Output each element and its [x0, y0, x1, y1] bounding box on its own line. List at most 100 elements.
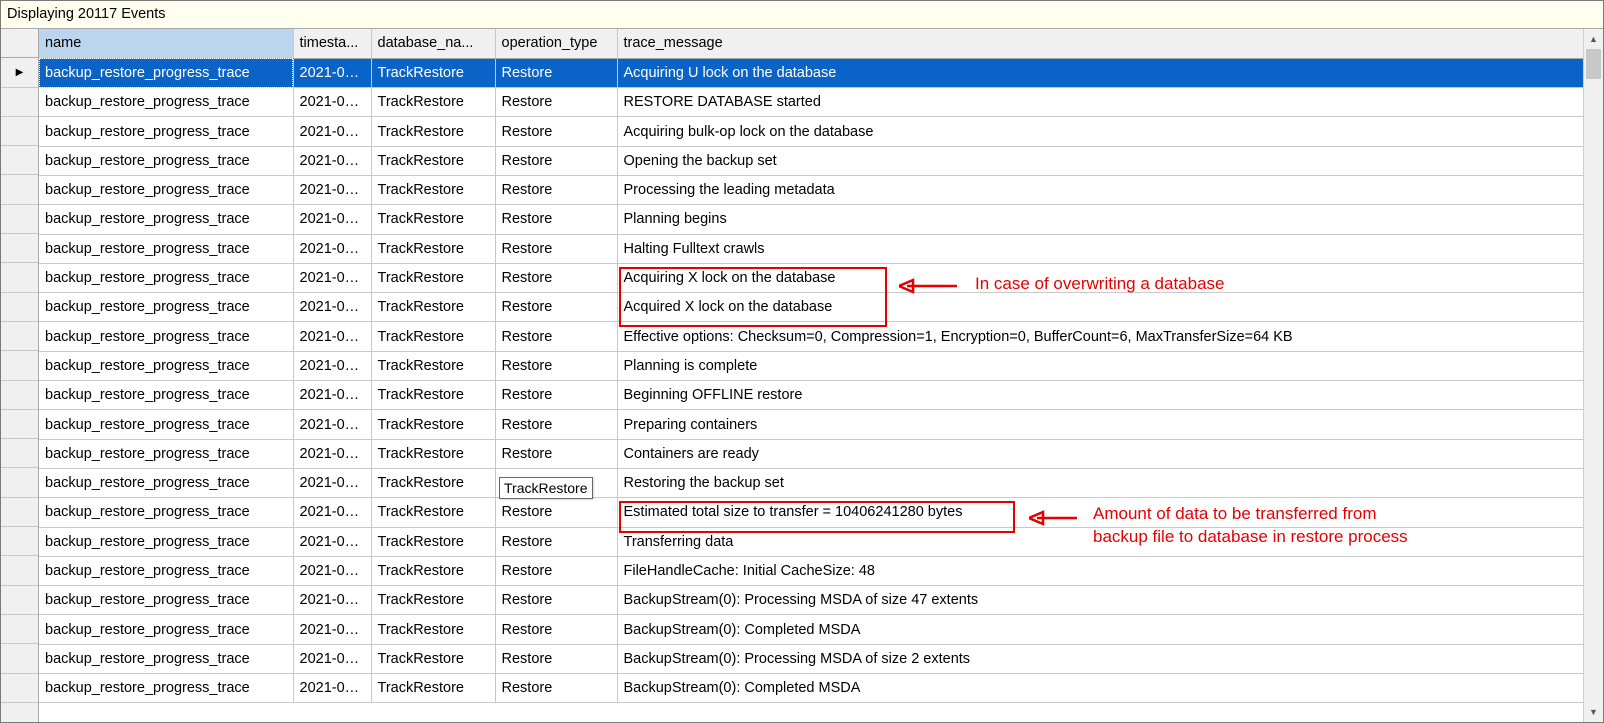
table-row[interactable]: backup_restore_progress_trace2021-04...T… [39, 351, 1603, 380]
cell-trace-message[interactable]: Planning is complete [617, 351, 1603, 380]
cell-trace-message[interactable]: BackupStream(0): Completed MSDA [617, 674, 1603, 703]
cell-name[interactable]: backup_restore_progress_trace [39, 556, 293, 585]
cell-database-name[interactable]: TrackRestore [371, 88, 495, 117]
cell-trace-message[interactable]: Acquiring X lock on the database [617, 263, 1603, 292]
cell-timestamp[interactable]: 2021-04... [293, 175, 371, 204]
scroll-up-button[interactable]: ▲ [1584, 29, 1603, 49]
cell-trace-message[interactable]: Effective options: Checksum=0, Compressi… [617, 322, 1603, 351]
cell-database-name[interactable]: TrackRestore [371, 586, 495, 615]
cell-timestamp[interactable]: 2021-04... [293, 439, 371, 468]
row-header-cell[interactable] [1, 586, 38, 615]
col-header-name[interactable]: name [39, 29, 293, 58]
cell-operation-type[interactable]: Restore [495, 410, 617, 439]
cell-trace-message[interactable]: Halting Fulltext crawls [617, 234, 1603, 263]
row-header-cell[interactable] [1, 556, 38, 585]
grid-corner-cell[interactable] [1, 29, 38, 58]
cell-operation-type[interactable]: Restore [495, 175, 617, 204]
cell-timestamp[interactable]: 2021-04... [293, 381, 371, 410]
cell-database-name[interactable]: TrackRestore [371, 498, 495, 527]
cell-name[interactable]: backup_restore_progress_trace [39, 468, 293, 497]
cell-operation-type[interactable]: Restore [495, 88, 617, 117]
cell-database-name[interactable]: TrackRestore [371, 293, 495, 322]
cell-operation-type[interactable]: Restore [495, 556, 617, 585]
cell-timestamp[interactable]: 2021-04... [293, 498, 371, 527]
table-row[interactable]: backup_restore_progress_trace2021-04...T… [39, 439, 1603, 468]
cell-trace-message[interactable]: Acquired X lock on the database [617, 293, 1603, 322]
cell-database-name[interactable]: TrackRestore [371, 615, 495, 644]
cell-name[interactable]: backup_restore_progress_trace [39, 644, 293, 673]
cell-timestamp[interactable]: 2021-04... [293, 117, 371, 146]
table-row[interactable]: backup_restore_progress_trace2021-04...T… [39, 674, 1603, 703]
cell-database-name[interactable]: TrackRestore [371, 146, 495, 175]
cell-operation-type[interactable]: Restore [495, 351, 617, 380]
cell-trace-message[interactable]: Opening the backup set [617, 146, 1603, 175]
cell-timestamp[interactable]: 2021-04... [293, 674, 371, 703]
cell-timestamp[interactable]: 2021-04... [293, 58, 371, 87]
table-row[interactable]: backup_restore_progress_trace2021-04...T… [39, 146, 1603, 175]
cell-trace-message[interactable]: Processing the leading metadata [617, 175, 1603, 204]
cell-operation-type[interactable]: Restore [495, 527, 617, 556]
cell-database-name[interactable]: TrackRestore [371, 58, 495, 87]
table-row[interactable]: backup_restore_progress_trace2021-04...T… [39, 410, 1603, 439]
cell-timestamp[interactable]: 2021-04... [293, 88, 371, 117]
table-row[interactable]: backup_restore_progress_trace2021-04...T… [39, 556, 1603, 585]
cell-operation-type[interactable]: Restore [495, 58, 617, 87]
table-row[interactable]: backup_restore_progress_trace2021-04...T… [39, 468, 1603, 497]
cell-database-name[interactable]: TrackRestore [371, 381, 495, 410]
cell-operation-type[interactable]: Restore [495, 322, 617, 351]
cell-trace-message[interactable]: Preparing containers [617, 410, 1603, 439]
table-row[interactable]: backup_restore_progress_trace2021-04...T… [39, 175, 1603, 204]
cell-operation-type[interactable]: Restore [495, 146, 617, 175]
table-row[interactable]: backup_restore_progress_trace2021-04...T… [39, 322, 1603, 351]
cell-operation-type[interactable]: Restore [495, 498, 617, 527]
table-row[interactable]: backup_restore_progress_trace2021-04...T… [39, 205, 1603, 234]
cell-operation-type[interactable]: Restore [495, 439, 617, 468]
cell-operation-type[interactable]: Restore [495, 293, 617, 322]
cell-timestamp[interactable]: 2021-04... [293, 468, 371, 497]
cell-name[interactable]: backup_restore_progress_trace [39, 439, 293, 468]
row-header-cell[interactable] [1, 468, 38, 497]
cell-name[interactable]: backup_restore_progress_trace [39, 58, 293, 87]
cell-database-name[interactable]: TrackRestore [371, 175, 495, 204]
cell-database-name[interactable]: TrackRestore [371, 527, 495, 556]
cell-operation-type[interactable]: Restore [495, 644, 617, 673]
cell-operation-type[interactable]: Restore [495, 263, 617, 292]
cell-timestamp[interactable]: 2021-04... [293, 615, 371, 644]
vertical-scrollbar[interactable]: ▲ ▼ [1583, 29, 1603, 722]
cell-timestamp[interactable]: 2021-04... [293, 146, 371, 175]
cell-name[interactable]: backup_restore_progress_trace [39, 205, 293, 234]
cell-database-name[interactable]: TrackRestore [371, 234, 495, 263]
row-header-cell[interactable] [1, 351, 38, 380]
scroll-track[interactable] [1584, 49, 1603, 702]
table-row[interactable]: backup_restore_progress_trace2021-04...T… [39, 117, 1603, 146]
cell-operation-type[interactable]: Restore [495, 615, 617, 644]
row-header-cell[interactable] [1, 234, 38, 263]
cell-trace-message[interactable]: RESTORE DATABASE started [617, 88, 1603, 117]
row-header-cell[interactable] [1, 498, 38, 527]
cell-timestamp[interactable]: 2021-04... [293, 527, 371, 556]
cell-name[interactable]: backup_restore_progress_trace [39, 234, 293, 263]
cell-database-name[interactable]: TrackRestore [371, 468, 495, 497]
table-row[interactable]: backup_restore_progress_trace2021-04...T… [39, 586, 1603, 615]
cell-database-name[interactable]: TrackRestore [371, 556, 495, 585]
row-header-cell[interactable] [1, 88, 38, 117]
scroll-down-button[interactable]: ▼ [1584, 702, 1603, 722]
cell-name[interactable]: backup_restore_progress_trace [39, 527, 293, 556]
row-header-cell[interactable] [1, 644, 38, 673]
table-row[interactable]: backup_restore_progress_trace2021-04...T… [39, 644, 1603, 673]
cell-name[interactable]: backup_restore_progress_trace [39, 175, 293, 204]
cell-database-name[interactable]: TrackRestore [371, 322, 495, 351]
row-header-cell[interactable] [1, 58, 38, 87]
table-row[interactable]: backup_restore_progress_trace2021-04...T… [39, 293, 1603, 322]
cell-timestamp[interactable]: 2021-04... [293, 410, 371, 439]
cell-operation-type[interactable]: Restore [495, 674, 617, 703]
cell-operation-type[interactable]: Restore [495, 586, 617, 615]
row-header-cell[interactable] [1, 381, 38, 410]
row-header-cell[interactable] [1, 527, 38, 556]
cell-database-name[interactable]: TrackRestore [371, 351, 495, 380]
table-row[interactable]: backup_restore_progress_trace2021-04...T… [39, 615, 1603, 644]
cell-database-name[interactable]: TrackRestore [371, 205, 495, 234]
cell-timestamp[interactable]: 2021-04... [293, 205, 371, 234]
cell-trace-message[interactable]: Estimated total size to transfer = 10406… [617, 498, 1603, 527]
cell-database-name[interactable]: TrackRestore [371, 410, 495, 439]
